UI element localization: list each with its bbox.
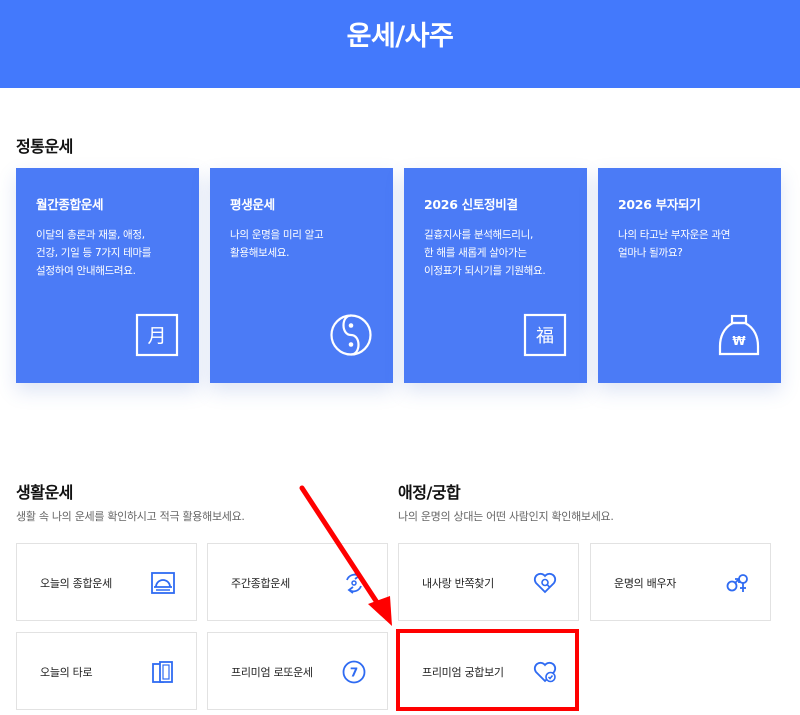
card-description: 나의 타고난 부자운은 과연 얼마나 될까요? xyxy=(618,229,731,259)
love-section-subtitle: 나의 운명의 상대는 어떤 사람인지 확인해보세요. xyxy=(398,510,614,523)
tile-find-soulmate[interactable]: 내사랑 반쪽찾기 xyxy=(398,543,579,621)
card-tojeong-fortune[interactable]: 2026 신토정비결 길흉지사를 분석해드리니, 한 해를 새롭게 살아가는 이… xyxy=(404,168,587,383)
traditional-section-title: 정통운세 xyxy=(16,137,73,156)
card-become-rich[interactable]: 2026 부자되기 나의 타고난 부자운은 과연 얼마나 될까요? ₩ xyxy=(598,168,781,383)
tile-today-fortune[interactable]: 오늘의 종합운세 xyxy=(16,543,197,621)
card-lifetime-fortune[interactable]: 평생운세 나의 운명을 미리 알고 활용해보세요. xyxy=(210,168,393,383)
card-title: 평생운세 xyxy=(230,197,275,212)
card-monthly-fortune[interactable]: 월간종합운세 이달의 총론과 재물, 애정, 건강, 기일 등 7가지 테마를 … xyxy=(16,168,199,383)
card-title: 월간종합운세 xyxy=(36,197,104,212)
tile-label: 운명의 배우자 xyxy=(614,577,677,590)
life-section-subtitle: 생활 속 나의 운세를 확인하시고 적극 활용해보세요. xyxy=(16,510,245,523)
gender-symbols-icon xyxy=(726,574,748,592)
lotto-ball-icon: 7 xyxy=(342,660,366,684)
tile-weekly-fortune[interactable]: 주간종합운세 xyxy=(207,543,388,621)
page-title: 운세/사주 xyxy=(346,21,454,52)
tile-premium-lotto[interactable]: 프리미엄 로또운세 7 xyxy=(207,632,388,710)
sunrise-frame-icon xyxy=(151,572,175,594)
tile-label: 주간종합운세 xyxy=(231,577,290,590)
yin-yang-icon xyxy=(330,314,372,356)
card-title: 2026 부자되기 xyxy=(618,197,701,212)
money-bag-icon: ₩ xyxy=(718,314,760,356)
calendar-month-icon: 月 xyxy=(135,313,179,357)
tile-today-tarot[interactable]: 오늘의 타로 xyxy=(16,632,197,710)
fortune-bok-icon: 福 xyxy=(523,313,567,357)
tile-label: 오늘의 타로 xyxy=(40,666,93,679)
card-description: 길흉지사를 분석해드리니, 한 해를 새롭게 살아가는 이정표가 되시기를 기원… xyxy=(424,229,546,277)
card-description: 이달의 총론과 재물, 애정, 건강, 기일 등 7가지 테마를 설정하여 안내… xyxy=(36,229,152,277)
calendar-glyph: 月 xyxy=(147,325,166,347)
tile-label: 오늘의 종합운세 xyxy=(40,577,112,590)
tile-destined-spouse[interactable]: 운명의 배우자 xyxy=(590,543,771,621)
tarot-cards-icon xyxy=(152,661,173,683)
won-glyph: ₩ xyxy=(732,334,746,348)
lotto-glyph: 7 xyxy=(350,666,358,680)
life-section-title: 생활운세 xyxy=(16,483,73,502)
love-section-title: 애정/궁합 xyxy=(398,483,461,502)
card-title: 2026 신토정비결 xyxy=(424,197,518,212)
bok-glyph: 福 xyxy=(536,326,554,347)
tile-label: 프리미엄 로또운세 xyxy=(231,666,313,679)
annotation-highlight-box xyxy=(396,629,579,711)
tile-label: 내사랑 반쪽찾기 xyxy=(422,577,494,590)
heart-search-icon xyxy=(533,572,557,594)
page-header: 운세/사주 xyxy=(0,0,800,88)
refresh-cycle-icon xyxy=(346,572,362,594)
card-description: 나의 운명을 미리 알고 활용해보세요. xyxy=(230,229,324,259)
